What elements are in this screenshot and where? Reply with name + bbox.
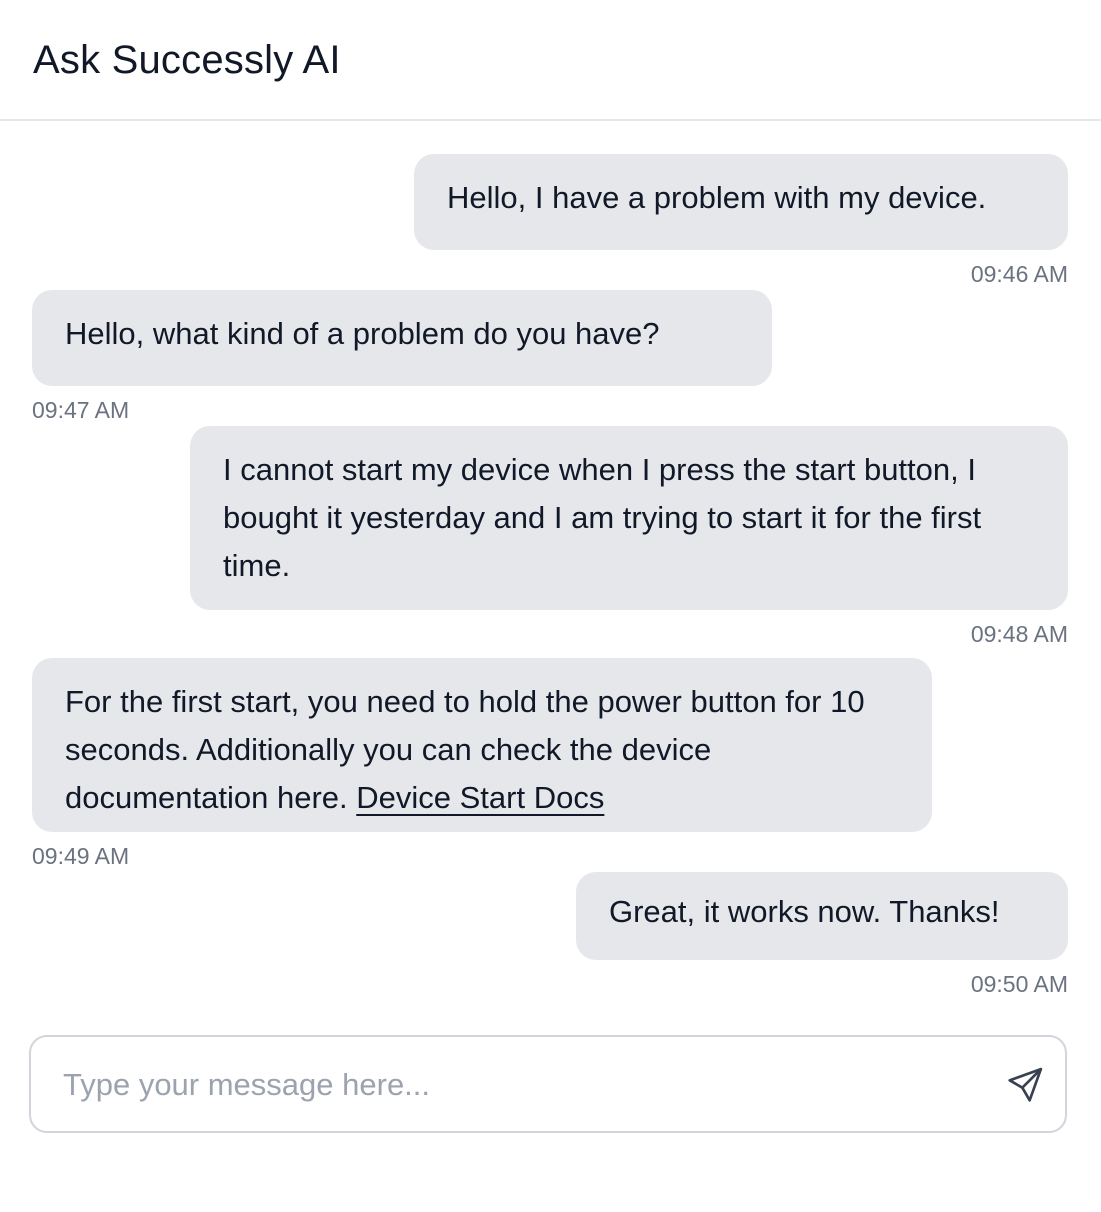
message-text: Great, it works now. Thanks! xyxy=(609,894,1000,929)
user-message-bubble: Great, it works now. Thanks! xyxy=(576,872,1068,960)
message-input[interactable] xyxy=(63,1061,963,1109)
message-timestamp: 09:49 AM xyxy=(32,843,130,869)
user-message-bubble: I cannot start my device when I press th… xyxy=(190,426,1068,610)
message-timestamp: 09:48 AM xyxy=(970,621,1068,647)
chat-header: Ask Successly AI xyxy=(0,0,1101,121)
message-composer xyxy=(29,1035,1067,1133)
message-timestamp: 09:46 AM xyxy=(970,261,1068,287)
assistant-message-bubble: Hello, what kind of a problem do you hav… xyxy=(32,290,772,386)
send-button[interactable] xyxy=(1001,1061,1049,1109)
message-timestamp: 09:47 AM xyxy=(32,397,130,423)
user-message-bubble: Hello, I have a problem with my device. xyxy=(414,154,1068,250)
assistant-message-bubble: For the first start, you need to hold th… xyxy=(32,658,932,832)
device-start-docs-link[interactable]: Device Start Docs xyxy=(356,780,604,815)
send-icon xyxy=(1008,1067,1043,1102)
chat-title: Ask Successly AI xyxy=(33,38,341,82)
message-text: Hello, what kind of a problem do you hav… xyxy=(65,316,660,351)
message-timestamp: 09:50 AM xyxy=(970,971,1068,997)
message-text: Hello, I have a problem with my device. xyxy=(447,180,987,215)
message-text: I cannot start my device when I press th… xyxy=(223,452,982,583)
